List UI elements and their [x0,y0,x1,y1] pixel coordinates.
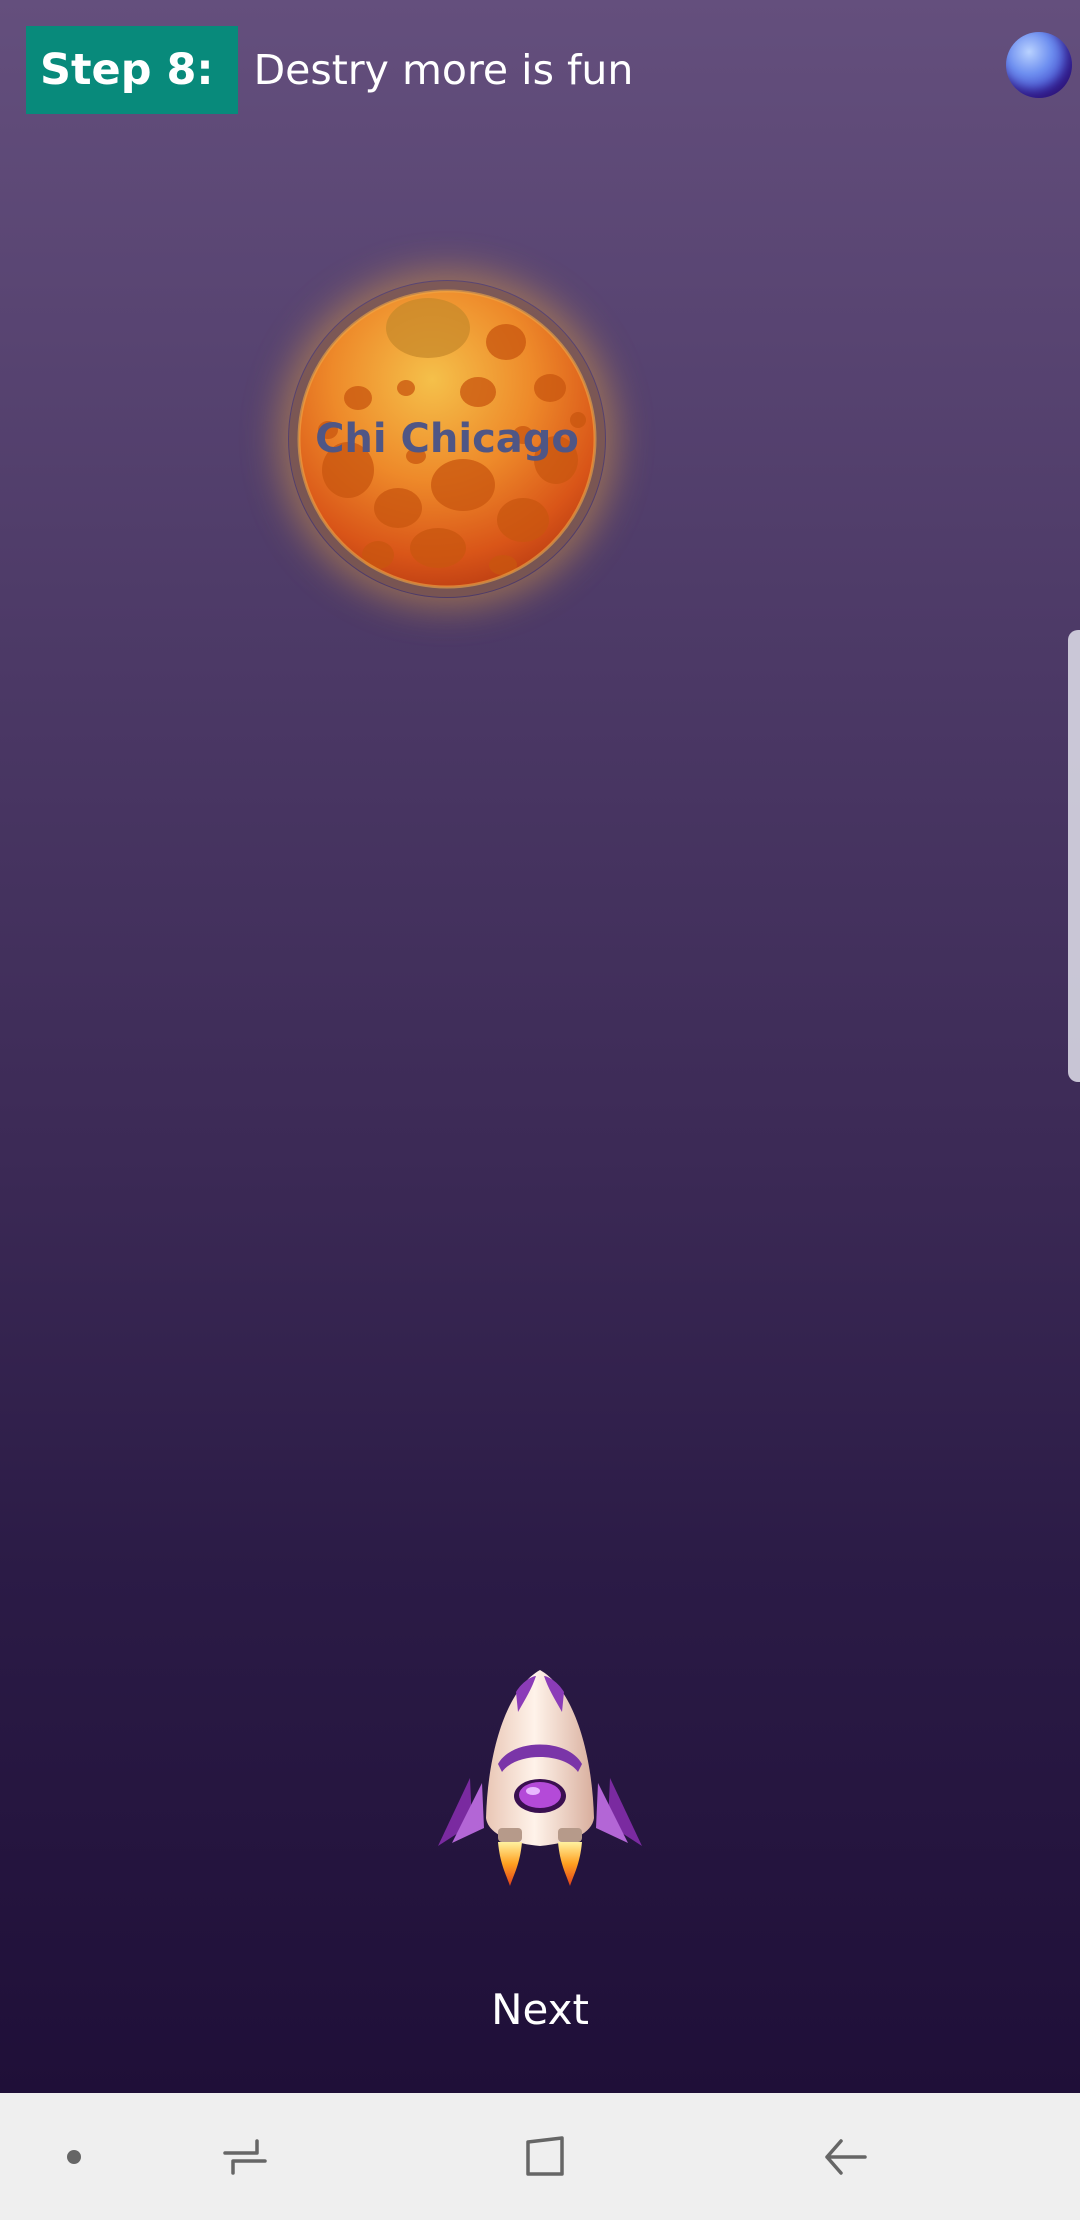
rocket-ship[interactable] [432,1668,648,1888]
home-icon[interactable] [500,2093,590,2220]
step-header: Step 8: Destry more is fun [26,26,633,114]
planet-icon[interactable] [1006,32,1072,98]
system-nav-bar [0,2093,1080,2220]
recent-apps-icon[interactable] [200,2093,290,2220]
next-button[interactable]: Next [440,1975,640,2045]
planet-label: Chi Chicago [315,416,579,462]
back-icon[interactable] [800,2093,890,2220]
planet-target[interactable]: Chi Chicago [288,280,606,598]
game-screen: Step 8: Destry more is fun Chi Chicago N… [0,0,1080,2220]
step-badge: Step 8: [26,26,238,114]
edge-panel-handle[interactable] [1068,630,1080,1082]
game-area[interactable]: Step 8: Destry more is fun Chi Chicago N… [0,0,1080,2093]
step-instruction: Destry more is fun [253,46,634,94]
dot-icon[interactable] [44,2093,104,2220]
